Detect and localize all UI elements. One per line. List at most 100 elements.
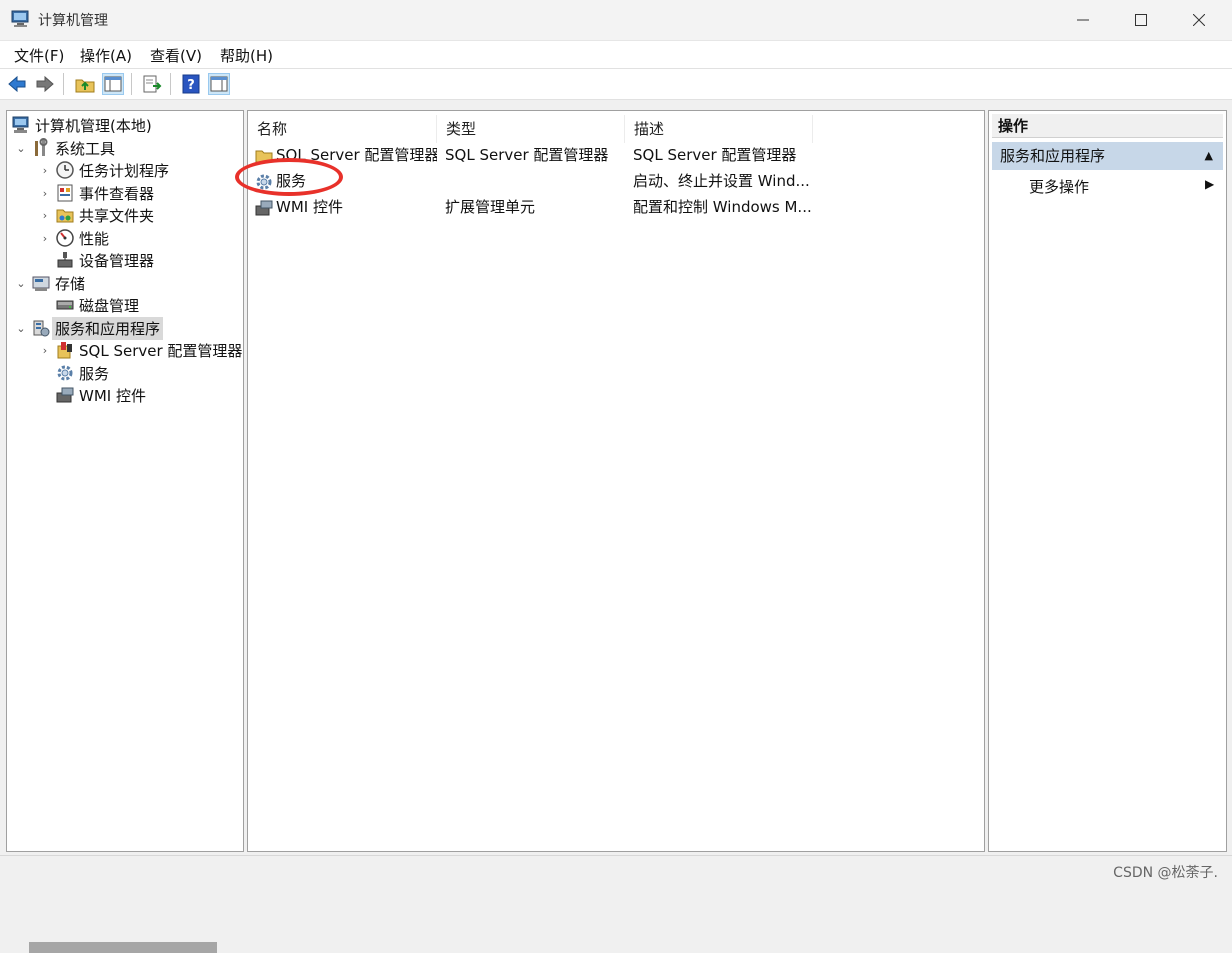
close-icon: [1193, 14, 1205, 26]
wmi-icon: [255, 200, 273, 215]
list-cell-type: SQL Server 配置管理器: [445, 146, 609, 164]
collapse-up-icon[interactable]: ▲: [1205, 142, 1213, 170]
navigation-tree[interactable]: 计算机管理(本地) ⌄ 系统工具 › 任务计划程序 › 事件查看器 › 共享文件…: [6, 110, 244, 953]
back-arrow-icon[interactable]: [6, 73, 28, 95]
computer-management-icon: [11, 10, 29, 27]
export-list-icon[interactable]: [141, 73, 163, 95]
tree-item-computer-management[interactable]: 计算机管理(本地): [11, 114, 152, 136]
maximize-icon: [1135, 14, 1147, 26]
tree-item-wmi-control[interactable]: WMI 控件: [39, 384, 146, 406]
list-cell-description: 配置和控制 Windows M...: [633, 198, 811, 216]
show-hide-tree-button[interactable]: [102, 73, 124, 95]
menu-bar: 文件(F) 操作(A) 查看(V) 帮助(H): [0, 41, 1232, 69]
wmi-icon: [56, 387, 74, 403]
help-icon[interactable]: ?: [180, 73, 202, 95]
chevron-right-icon[interactable]: ›: [39, 344, 51, 357]
show-hide-action-pane-icon: [210, 76, 228, 92]
up-folder-icon[interactable]: [74, 73, 96, 95]
forward-arrow-icon[interactable]: [34, 73, 56, 95]
toolbar-separator: [63, 73, 64, 95]
tree-item-sql-server-config[interactable]: › SQL Server 配置管理器: [39, 339, 243, 361]
tree-item-services[interactable]: 服务: [39, 362, 109, 384]
chevron-down-icon[interactable]: ⌄: [15, 277, 27, 290]
show-hide-tree-icon: [104, 76, 122, 92]
tree-item-label: 服务: [79, 364, 110, 383]
tree-item-label: 存储: [55, 274, 86, 293]
tree-item-label: 性能: [79, 229, 110, 248]
tree-item-system-tools[interactable]: ⌄ 系统工具: [15, 137, 115, 159]
shared-folder-icon: [56, 209, 74, 223]
tree-item-device-manager[interactable]: 设备管理器: [39, 249, 154, 271]
show-hide-action-pane-button[interactable]: [208, 73, 230, 95]
device-manager-icon: [57, 252, 73, 268]
tree-item-disk-management[interactable]: 磁盘管理: [39, 294, 139, 316]
tree-horizontal-scrollbar[interactable]: [29, 942, 217, 953]
tree-item-storage[interactable]: ⌄ 存储: [15, 272, 85, 294]
folder-icon: [255, 150, 273, 162]
actions-section-label: 服务和应用程序: [1000, 147, 1106, 165]
list-cell-type: 扩展管理单元: [445, 198, 536, 216]
event-viewer-icon: [57, 184, 73, 202]
tree-item-label: 设备管理器: [79, 251, 155, 270]
tree-item-label: 系统工具: [55, 139, 116, 158]
list-row-services[interactable]: 服务 启动、终止并设置 Wind...: [248, 168, 984, 194]
chevron-right-icon[interactable]: ›: [39, 187, 51, 200]
chevron-down-icon[interactable]: ⌄: [15, 142, 27, 155]
tree-item-services-and-applications[interactable]: ⌄ 服务和应用程序: [15, 316, 164, 340]
tree-item-label: 事件查看器: [79, 184, 155, 203]
sql-server-icon: [57, 342, 72, 359]
actions-section-services-apps[interactable]: 服务和应用程序 ▲: [992, 142, 1223, 170]
chevron-down-icon[interactable]: ⌄: [15, 322, 27, 335]
menu-view[interactable]: 查看(V): [150, 45, 202, 66]
tree-item-label: 计算机管理(本地): [35, 116, 152, 135]
storage-icon: [32, 276, 50, 291]
column-header-description[interactable]: 描述: [625, 115, 813, 143]
disk-icon: [56, 300, 74, 310]
tree-item-performance[interactable]: › 性能: [39, 227, 109, 249]
list-cell-type: [445, 168, 623, 194]
more-actions-item[interactable]: 更多操作: [1029, 176, 1089, 197]
close-button[interactable]: [1170, 0, 1228, 40]
minimize-icon: [1077, 19, 1089, 21]
content-list[interactable]: 名称 类型 描述 SQL Server 配置管理器 SQL Server 配置管…: [247, 110, 985, 852]
list-name-text: WMI 控件: [276, 198, 343, 216]
gear-icon: [57, 365, 73, 381]
chevron-right-icon[interactable]: ›: [39, 164, 51, 177]
tree-item-shared-folders[interactable]: › 共享文件夹: [39, 204, 154, 226]
toolbar-separator: [170, 73, 171, 95]
actions-pane: 操作 服务和应用程序 ▲ 更多操作 ▶: [988, 110, 1227, 852]
menu-help[interactable]: 帮助(H): [220, 45, 273, 66]
menu-file[interactable]: 文件(F): [14, 45, 64, 66]
tree-item-event-viewer[interactable]: › 事件查看器: [39, 182, 154, 204]
window-title: 计算机管理: [38, 13, 108, 29]
toolbar: ?: [0, 69, 1232, 100]
minimize-button[interactable]: [1054, 0, 1112, 40]
list-row-wmi[interactable]: WMI 控件 扩展管理单元 配置和控制 Windows M...: [248, 194, 984, 220]
tree-item-label: 服务和应用程序: [52, 316, 164, 340]
status-bar: CSDN @松荼子.: [0, 855, 1232, 886]
watermark-text: CSDN @松荼子.: [1113, 865, 1218, 881]
gear-icon: [256, 174, 272, 189]
list-name-text: 服务: [276, 172, 307, 190]
list-cell-name: WMI 控件: [255, 194, 437, 220]
submenu-arrow-icon[interactable]: ▶: [1205, 177, 1214, 191]
chevron-right-icon[interactable]: ›: [39, 232, 51, 245]
tree-item-label: 磁盘管理: [79, 296, 140, 315]
performance-icon: [56, 229, 74, 247]
chevron-right-icon[interactable]: ›: [39, 209, 51, 222]
list-cell-name: 服务: [255, 168, 437, 194]
tree-item-label: SQL Server 配置管理器: [79, 341, 243, 360]
list-cell-name: SQL Server 配置管理器: [255, 142, 437, 168]
maximize-button[interactable]: [1112, 0, 1170, 40]
menu-action[interactable]: 操作(A): [80, 45, 132, 66]
list-row-sql-server[interactable]: SQL Server 配置管理器 SQL Server 配置管理器 SQL Se…: [248, 142, 984, 168]
services-apps-icon: [33, 320, 50, 337]
computer-management-icon: [12, 116, 29, 133]
tree-item-task-scheduler[interactable]: › 任务计划程序: [39, 159, 169, 181]
tree-item-label: 任务计划程序: [79, 161, 170, 180]
toolbar-separator: [131, 73, 132, 95]
list-name-text: SQL Server 配置管理器: [276, 146, 437, 164]
column-header-name[interactable]: 名称: [248, 115, 437, 143]
list-cell-description: 启动、终止并设置 Wind...: [633, 172, 810, 190]
column-header-type[interactable]: 类型: [437, 115, 625, 143]
